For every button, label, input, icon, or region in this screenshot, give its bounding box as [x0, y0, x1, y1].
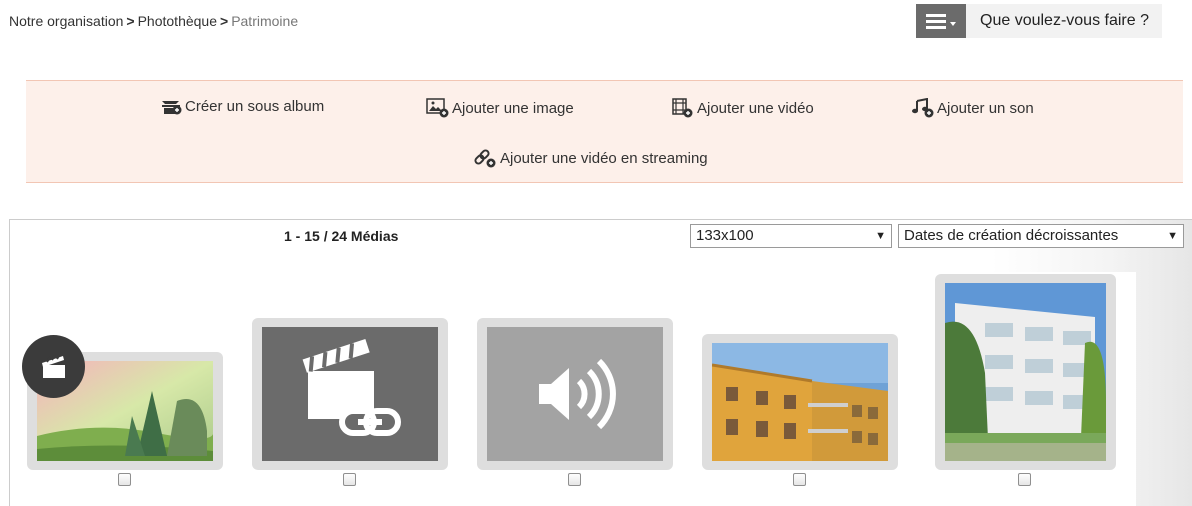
select-value: Dates de création décroissantes — [904, 227, 1119, 244]
media-count: 1 - 15 / 24 Médias — [284, 228, 399, 244]
media-select-checkbox[interactable] — [568, 473, 581, 486]
sort-select[interactable]: Dates de création décroissantes ▼ — [898, 224, 1184, 248]
caret-down-icon — [950, 22, 956, 26]
speaker-icon — [539, 358, 616, 430]
action-bar: Créer un sous album Ajouter une image Aj… — [26, 80, 1183, 183]
media-thumbnail[interactable] — [252, 318, 448, 470]
create-subalbum-action[interactable]: Créer un sous album — [161, 98, 324, 115]
action-label: Ajouter un son — [937, 99, 1034, 117]
dropdown-arrow-icon: ▼ — [875, 230, 886, 242]
breadcrumb: Notre organisation > Photothèque > Patrimoin… — [9, 13, 298, 29]
streaming-video-placeholder — [262, 327, 438, 461]
add-streaming-icon — [474, 149, 496, 168]
breadcrumb-item-organisation[interactable]: Notre organisation — [9, 13, 123, 29]
add-album-icon — [162, 100, 182, 114]
add-video-icon — [672, 98, 693, 118]
hamburger-menu-icon — [926, 13, 946, 29]
add-sound-action[interactable]: Ajouter un son — [911, 98, 1034, 118]
breadcrumb-separator: > — [220, 13, 229, 29]
media-select-checkbox[interactable] — [118, 473, 131, 486]
media-thumbnail[interactable] — [935, 274, 1116, 470]
action-label: Créer un sous album — [185, 98, 325, 115]
breadcrumb-separator: > — [126, 13, 135, 29]
media-select-checkbox[interactable] — [793, 473, 806, 486]
clapperboard-icon — [41, 353, 65, 378]
media-thumbnail[interactable] — [702, 334, 898, 470]
clapperboard-link-icon — [302, 339, 401, 436]
action-label: Ajouter une image — [452, 99, 574, 117]
thumbnail-size-select[interactable]: 133x100 ▼ — [690, 224, 892, 248]
add-video-action[interactable]: Ajouter une vidéo — [671, 98, 814, 118]
add-image-icon — [426, 98, 449, 118]
media-select-checkbox[interactable] — [343, 473, 356, 486]
white-building-photo — [945, 283, 1106, 461]
add-sound-icon — [912, 98, 934, 118]
video-badge — [22, 335, 85, 398]
media-select-checkbox[interactable] — [1018, 473, 1031, 486]
add-image-action[interactable]: Ajouter une image — [426, 98, 574, 118]
action-label: Ajouter une vidéo — [697, 99, 814, 117]
action-menu-button[interactable] — [916, 4, 966, 38]
select-value: 133x100 — [696, 227, 754, 244]
add-streaming-action[interactable]: Ajouter une vidéo en streaming — [472, 147, 708, 169]
action-label: Ajouter une vidéo en streaming — [500, 149, 708, 167]
breadcrumb-item-current: Patrimoine — [231, 13, 299, 29]
sound-placeholder — [487, 327, 663, 461]
action-menu-label[interactable]: Que voulez-vous faire ? — [966, 4, 1162, 38]
breadcrumb-item-phototheque[interactable]: Photothèque — [138, 13, 217, 29]
yellow-building-photo — [712, 343, 888, 461]
dropdown-arrow-icon: ▼ — [1167, 230, 1178, 242]
media-thumbnail[interactable] — [477, 318, 673, 470]
